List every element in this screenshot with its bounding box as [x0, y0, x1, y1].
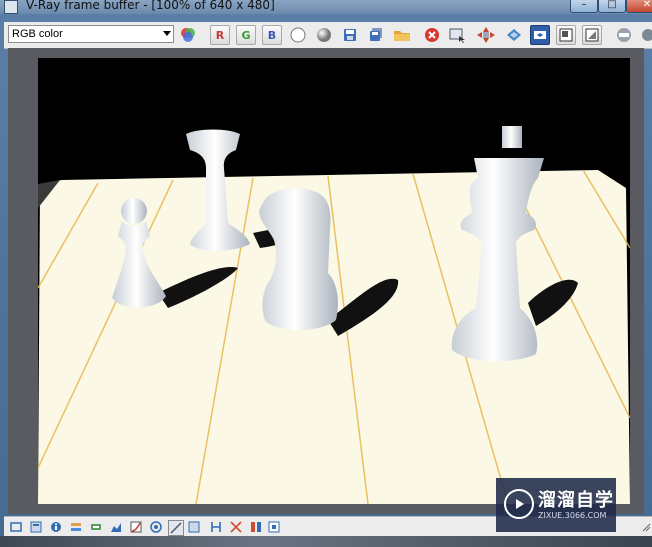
- info-icon[interactable]: [50, 521, 62, 533]
- blue-channel-toggle[interactable]: B: [262, 25, 282, 45]
- split-icon[interactable]: [250, 521, 262, 533]
- load-image-icon[interactable]: [392, 25, 412, 45]
- h-compare-icon[interactable]: [210, 521, 222, 533]
- app-icon: [4, 0, 18, 14]
- minimize-button[interactable]: –: [570, 0, 598, 13]
- watermark-title: 溜溜自学: [538, 490, 614, 511]
- curve-icon[interactable]: [130, 521, 142, 533]
- target-icon[interactable]: [150, 521, 162, 533]
- title-bar[interactable]: V-Ray frame buffer - [100% of 640 x 480]…: [0, 0, 652, 14]
- green-channel-toggle[interactable]: G: [236, 25, 256, 45]
- levels-icon[interactable]: [110, 521, 122, 533]
- clear-image-icon[interactable]: [422, 25, 442, 45]
- save-all-icon[interactable]: [366, 25, 386, 45]
- toolbar: RGB color R G B: [4, 22, 652, 49]
- render-last-icon[interactable]: [556, 25, 576, 45]
- maximize-button[interactable]: □: [598, 0, 626, 13]
- red-channel-toggle[interactable]: R: [210, 25, 230, 45]
- vray-frame-buffer-window: V-Ray frame buffer - [100% of 640 x 480]…: [0, 0, 652, 547]
- save-image-icon[interactable]: [340, 25, 360, 45]
- layers-icon[interactable]: [70, 521, 82, 533]
- window-icon[interactable]: [10, 521, 22, 533]
- view-mono-white-icon[interactable]: [288, 25, 308, 45]
- duplicate-to-max-icon[interactable]: [448, 25, 468, 45]
- track-mouse-icon[interactable]: [476, 25, 496, 45]
- show-correction-icon[interactable]: [582, 25, 602, 45]
- more-tools-icon[interactable]: [640, 25, 652, 45]
- window-title: V-Ray frame buffer - [100% of 640 x 480]: [26, 0, 275, 12]
- play-logo-icon: [504, 489, 534, 519]
- rendered-image: [38, 58, 630, 504]
- chevron-down-icon: [163, 31, 171, 36]
- stop-icon[interactable]: [268, 521, 280, 533]
- lut-icon[interactable]: [90, 521, 102, 533]
- channel-select-value: RGB color: [12, 28, 63, 40]
- chess-render-svg: [38, 58, 630, 504]
- channel-select[interactable]: RGB color: [8, 25, 174, 43]
- region-render-icon[interactable]: [504, 25, 524, 45]
- zoom-icon[interactable]: [188, 521, 200, 533]
- view-mono-gray-icon[interactable]: [314, 25, 334, 45]
- lens-effects-icon[interactable]: [614, 25, 634, 45]
- resize-grip-icon[interactable]: [640, 521, 652, 533]
- history-icon[interactable]: [30, 521, 42, 533]
- link-to-render-icon[interactable]: [530, 25, 550, 45]
- watermark: 溜溜自学 ZIXUE.3066.COM: [496, 478, 616, 532]
- compare-icon[interactable]: [168, 520, 184, 536]
- watermark-subtitle: ZIXUE.3066.COM: [538, 511, 607, 520]
- desktop-taskbar-strip: [0, 536, 652, 547]
- hist-icon[interactable]: [230, 521, 242, 533]
- close-button[interactable]: ✕: [626, 0, 652, 13]
- color-channels-icon[interactable]: [178, 25, 198, 45]
